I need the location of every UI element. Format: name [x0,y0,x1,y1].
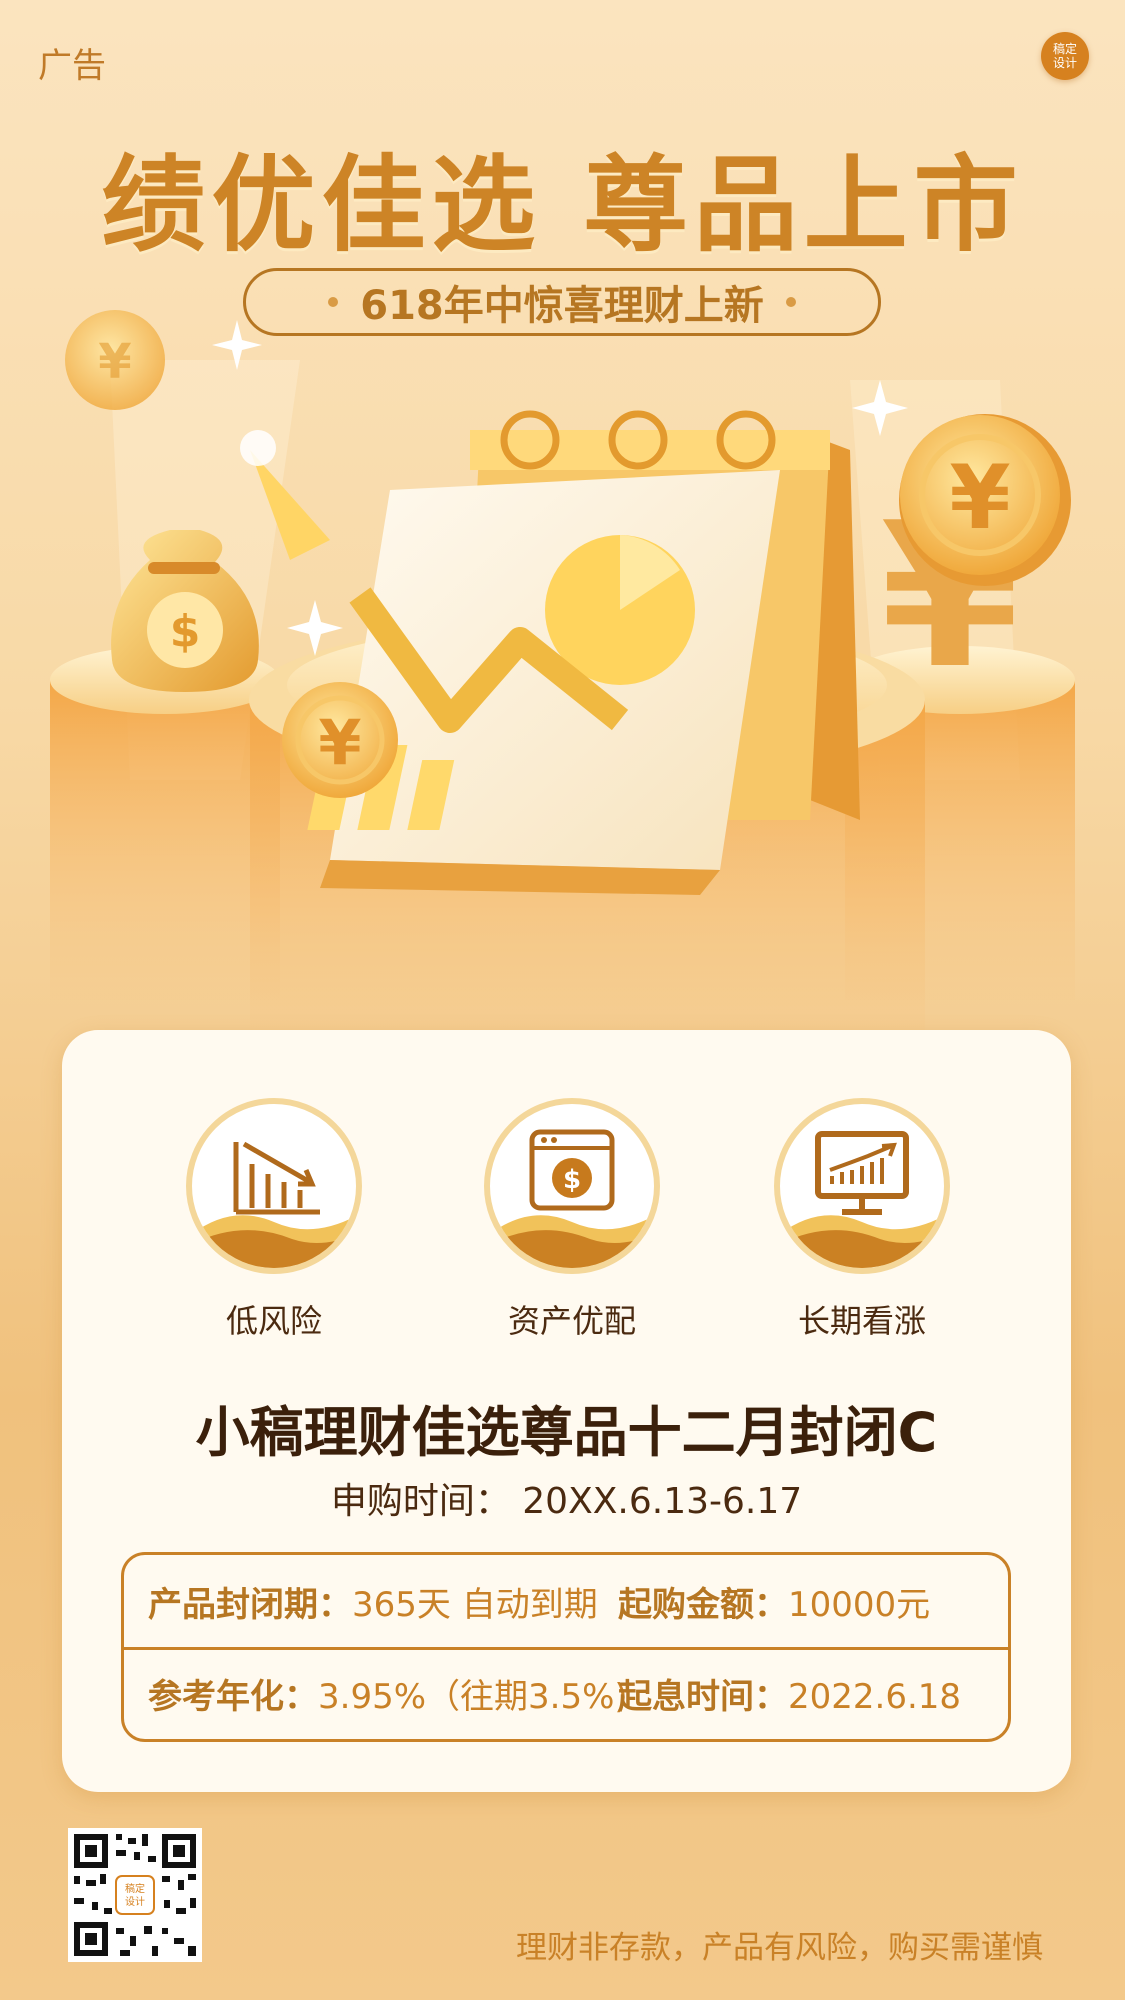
subscription-label: 申购时间： [330,1481,511,1522]
feature-long-term-rise: 长期看涨 [752,1098,972,1342]
subscription-value: 20XX.6.13-6.17 [522,1481,803,1522]
closed-period-label: 产品封闭期： [148,1584,352,1625]
bar-chart-down-icon [192,1141,356,1268]
risk-disclaimer: 理财非存款，产品有风险，购买需谨慎 [516,1930,1043,1966]
coin-left-icon: ¥ [282,682,398,798]
dollar-window-icon: $ [490,1129,654,1268]
feature-circle [186,1098,362,1274]
feature-label: 资产优配 [507,1302,636,1340]
feature-asset-allocation: $ 资产优配 [462,1098,682,1342]
coin-top-left-icon: ¥ [65,310,165,410]
annualized-label: 参考年化： [148,1676,318,1717]
feature-label: 长期看涨 [797,1302,926,1340]
money-bag-dollar: $ [170,606,201,657]
feature-circle: $ [484,1098,660,1274]
product-title: 小稿理财佳选尊品十二月封闭C [195,1401,938,1464]
monitor-trend-up-icon [780,1131,944,1268]
qr-badge-line2: 设计 [125,1895,145,1908]
ad-label: 广告 [38,46,106,86]
hero-illustration: $ ¥ ¥ ¥ ¥ [50,310,1075,1040]
qr-code-icon[interactable]: 稿定 设计 [68,1828,202,1962]
annualized-value: 3.95%（往期3.5%) [318,1676,628,1717]
qr-badge-line1: 稿定 [125,1882,145,1895]
left-podium [50,646,280,1000]
subscription-period: 申购时间： 20XX.6.13-6.17 [62,1472,1071,1524]
interest-start-label: 起息时间： [618,1676,788,1717]
interest-start-value: 2022.6.18 [788,1676,962,1717]
info-row: 参考年化：3.95%（往期3.5%) 起息时间：2022.6.18 [124,1647,1008,1739]
product-info-table: 产品封闭期：365天 自动到期 起购金额：10000元 参考年化：3.95%（往… [121,1552,1011,1742]
feature-circle [774,1098,950,1274]
brand-logo-badge: 稿定 设计 [1041,32,1089,80]
svg-text:¥: ¥ [318,706,361,779]
min-amount-label: 起购金额： [618,1584,788,1625]
feature-low-risk: 低风险 [164,1098,384,1342]
min-amount-value: 10000元 [788,1584,931,1625]
brand-badge-line1: 稿定 [1052,42,1077,56]
feature-label: 低风险 [225,1302,322,1340]
svg-text:$: $ [563,1165,581,1195]
closed-period-value: 365天 自动到期 [352,1584,598,1625]
page-headline: 绩优佳选 尊品上市 [101,144,1024,266]
brand-badge-line2: 设计 [1052,56,1077,70]
svg-text:¥: ¥ [949,446,1010,549]
coin-top-right-icon: ¥ [899,414,1071,586]
info-row: 产品封闭期：365天 自动到期 起购金额：10000元 [124,1555,1008,1650]
svg-text:¥: ¥ [98,334,131,390]
